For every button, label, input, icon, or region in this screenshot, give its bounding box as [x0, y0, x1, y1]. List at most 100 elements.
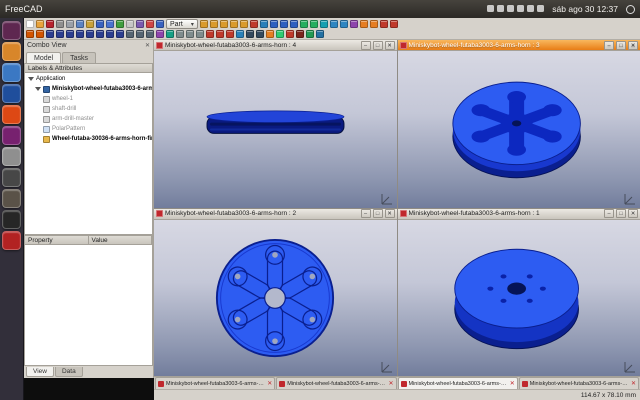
close-button[interactable]: ✕	[385, 209, 395, 218]
edit-icon[interactable]	[136, 20, 144, 28]
whats-this-icon[interactable]	[316, 30, 324, 38]
primitives-icon[interactable]	[250, 20, 258, 28]
viewport-4-titlebar[interactable]: Miniskybot-wheel-futaba3003-6-arms-horn …	[154, 40, 397, 51]
extrude-icon[interactable]	[300, 20, 308, 28]
measure-angular-icon[interactable]	[216, 30, 224, 38]
property-table-body[interactable]	[24, 245, 153, 366]
launcher-ubuntu-one-icon[interactable]	[2, 105, 21, 124]
undo-icon[interactable]	[96, 20, 104, 28]
perspective-icon[interactable]	[246, 30, 254, 38]
viewport-1-titlebar[interactable]: Miniskybot-wheel-futaba3003-6-arms-horn …	[398, 209, 640, 220]
tab-close-icon[interactable]: ✕	[388, 380, 393, 387]
copy-icon[interactable]	[76, 20, 84, 28]
launcher-firefox-icon[interactable]	[2, 63, 21, 82]
document-save-icon[interactable]	[46, 20, 54, 28]
tab-close-icon[interactable]: ✕	[631, 380, 636, 387]
tab-model[interactable]: Model	[26, 52, 61, 63]
fit-all-icon[interactable]	[26, 30, 34, 38]
window-tab[interactable]: Miniskybot-wheel-futaba3003-6-arms-horn …	[155, 377, 275, 389]
toggle-clipping-icon[interactable]	[236, 30, 244, 38]
tree-item[interactable]: shaft-drill	[25, 104, 152, 114]
window-tab[interactable]: Miniskybot-wheel-futaba3003-6-arms-horn …	[276, 377, 396, 389]
3d-view-canvas[interactable]	[398, 220, 640, 377]
redo-icon[interactable]	[106, 20, 114, 28]
window-tab[interactable]: Miniskybot-wheel-futaba3003-6-arms-horn …	[398, 377, 518, 389]
launcher-system-settings-icon[interactable]	[2, 147, 21, 166]
revolve-icon[interactable]	[310, 20, 318, 28]
expander-icon[interactable]	[28, 77, 34, 81]
shaded-icon[interactable]	[146, 30, 154, 38]
tab-close-icon[interactable]: ✕	[267, 380, 272, 387]
new-view-icon[interactable]	[266, 30, 274, 38]
wireframe-icon[interactable]	[136, 30, 144, 38]
maximize-button[interactable]: □	[616, 41, 626, 50]
value-column-header[interactable]: Value	[89, 236, 153, 244]
maximize-button[interactable]: □	[616, 209, 626, 218]
cut-icon[interactable]	[66, 20, 74, 28]
rear-view-icon[interactable]	[86, 30, 94, 38]
tab-data[interactable]: Data	[55, 367, 83, 377]
left-view-icon[interactable]	[106, 30, 114, 38]
3d-view-canvas[interactable]	[154, 51, 397, 208]
launcher-software-center-icon[interactable]	[2, 126, 21, 145]
sketch-icon[interactable]	[146, 20, 154, 28]
select-icon[interactable]	[126, 20, 134, 28]
refresh-icon[interactable]	[116, 20, 124, 28]
document-open-icon[interactable]	[36, 20, 44, 28]
cylinder-primitive-icon[interactable]	[210, 20, 218, 28]
zoom-out-icon[interactable]	[186, 30, 194, 38]
clock-label[interactable]: sáb ago 30 12:37	[552, 4, 618, 14]
tree-item-application[interactable]: Application	[25, 74, 152, 84]
sphere-primitive-icon[interactable]	[220, 20, 228, 28]
tree-item[interactable]: wheel-1	[25, 94, 152, 104]
model-tree[interactable]: Application Miniskybot-wheel-futaba3003-…	[24, 73, 153, 235]
3d-view-canvas[interactable]	[154, 220, 397, 377]
python-console-icon[interactable]	[276, 30, 284, 38]
boolean-cut-icon[interactable]	[290, 20, 298, 28]
box-selection-icon[interactable]	[196, 30, 204, 38]
macro-play-icon[interactable]	[306, 30, 314, 38]
close-button[interactable]: ✕	[628, 41, 638, 50]
cross-sections-icon[interactable]	[390, 20, 398, 28]
chamfer-icon[interactable]	[340, 20, 348, 28]
ruled-surface-icon[interactable]	[350, 20, 358, 28]
macro-stop-icon[interactable]	[296, 30, 304, 38]
expander-icon[interactable]	[35, 87, 41, 91]
tab-view[interactable]: View	[26, 367, 54, 377]
viewport-3-titlebar[interactable]: Miniskybot-wheel-futaba3003-6-arms-horn …	[398, 40, 640, 51]
tab-close-icon[interactable]: ✕	[510, 380, 515, 387]
battery-icon[interactable]	[537, 5, 544, 12]
tab-tasks[interactable]: Tasks	[62, 52, 96, 63]
document-new-icon[interactable]	[26, 20, 34, 28]
property-column-header[interactable]: Property	[25, 236, 89, 244]
tree-column-header[interactable]: Labels & Attributes	[24, 63, 153, 73]
close-button[interactable]: ✕	[385, 41, 395, 50]
box-primitive-icon[interactable]	[200, 20, 208, 28]
paste-icon[interactable]	[86, 20, 94, 28]
top-view-icon[interactable]	[66, 30, 74, 38]
front-view-icon[interactable]	[56, 30, 64, 38]
torus-primitive-icon[interactable]	[240, 20, 248, 28]
tree-item[interactable]: PolarPattern	[25, 124, 152, 134]
tree-item[interactable]: arm-drill-master	[25, 114, 152, 124]
minimize-button[interactable]: –	[604, 41, 614, 50]
cone-primitive-icon[interactable]	[230, 20, 238, 28]
fillet-icon[interactable]	[330, 20, 338, 28]
keyboard-icon[interactable]	[487, 5, 494, 12]
3d-view-canvas[interactable]	[398, 51, 640, 208]
maximize-button[interactable]: □	[373, 41, 383, 50]
launcher-freecad-icon[interactable]	[2, 231, 21, 250]
panel-close-icon[interactable]: ✕	[145, 42, 150, 50]
draw-style-icon[interactable]	[126, 30, 134, 38]
maximize-button[interactable]: □	[373, 209, 383, 218]
minimize-button[interactable]: –	[361, 209, 371, 218]
loft-icon[interactable]	[360, 20, 368, 28]
bottom-view-icon[interactable]	[96, 30, 104, 38]
bluetooth-icon[interactable]	[497, 5, 504, 12]
macro-record-icon[interactable]	[286, 30, 294, 38]
launcher-shotwell-icon[interactable]	[2, 168, 21, 187]
sweep-icon[interactable]	[370, 20, 378, 28]
launcher-gimp-icon[interactable]	[2, 189, 21, 208]
texture-icon[interactable]	[156, 30, 164, 38]
tree-item[interactable]: Wheel-futaba-30036-6-arms-horn-final	[25, 134, 152, 144]
